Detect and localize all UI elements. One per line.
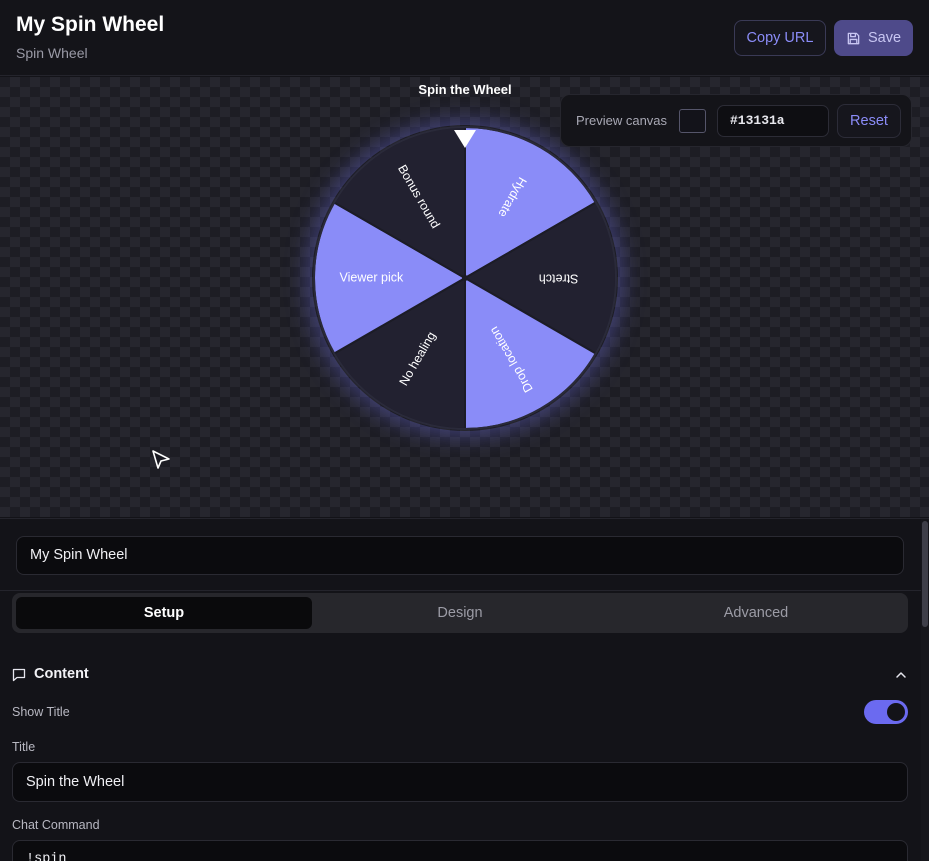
wheel-segment-label: Viewer pick <box>340 270 404 284</box>
chevron-up-icon[interactable] <box>894 668 908 682</box>
scrollbar-thumb[interactable] <box>922 521 928 627</box>
show-title-toggle[interactable] <box>864 700 908 724</box>
editor-scrollbar[interactable] <box>921 519 929 861</box>
canvas-color-swatch[interactable] <box>679 109 706 133</box>
canvas-color-input[interactable]: #13131a <box>717 105 829 137</box>
wheel-graphic: HydrateStretchDrop locationNo healingVie… <box>313 125 617 431</box>
tab-setup-label: Setup <box>143 605 185 621</box>
preview-canvas-label: Preview canvas <box>576 113 668 128</box>
divider <box>0 590 929 591</box>
spin-wheel[interactable]: Hydrate Stretch Drop location No healing Vie… <box>312 125 618 431</box>
reset-button[interactable]: Reset <box>837 104 901 138</box>
wheel-hub <box>462 275 468 281</box>
copy-url-label: Copy URL <box>746 30 814 46</box>
tab-advanced-label: Advanced <box>723 605 789 621</box>
wheel-title: Spin the Wheel <box>418 82 512 97</box>
chat-command-label: Chat Command <box>12 818 100 832</box>
save-label: Save <box>867 30 902 46</box>
tab-bar: Setup Design Advanced <box>12 593 908 633</box>
title-input[interactable]: Spin the Wheel <box>12 762 908 802</box>
tab-setup[interactable]: Setup <box>16 597 312 629</box>
widget-name-input[interactable]: My Spin Wheel <box>16 536 904 575</box>
page-title: My Spin Wheel <box>16 13 165 36</box>
preview-canvas: Spin the Wheel Hydrate Stretch Drop locati… <box>0 77 929 517</box>
message-square-icon <box>12 668 26 682</box>
editor-panel: My Spin Wheel Setup Design Advanced Cont… <box>0 518 929 861</box>
toggle-knob <box>887 703 905 721</box>
section-title: Content <box>34 666 89 682</box>
tab-advanced[interactable]: Advanced <box>608 597 904 629</box>
title-field-label: Title <box>12 740 36 754</box>
save-button[interactable]: Save <box>834 20 913 56</box>
header-bar: My Spin Wheel Spin Wheel Copy URL Save <box>0 0 929 76</box>
preview-canvas-panel: Preview canvas #13131a Reset <box>560 94 912 147</box>
mouse-cursor-icon <box>152 450 170 469</box>
chat-command-input[interactable]: !spin <box>12 840 908 861</box>
reset-label: Reset <box>850 113 888 129</box>
content-section-header[interactable]: Content <box>12 665 908 685</box>
page-subtitle: Spin Wheel <box>16 45 88 61</box>
tab-design-label: Design <box>437 605 483 621</box>
show-title-label: Show Title <box>12 705 70 719</box>
wheel-segment-label: Stretch <box>539 272 579 286</box>
copy-url-button[interactable]: Copy URL <box>734 20 826 56</box>
tab-design[interactable]: Design <box>312 597 608 629</box>
save-icon <box>847 32 860 44</box>
wheel-pointer-icon <box>454 130 476 148</box>
